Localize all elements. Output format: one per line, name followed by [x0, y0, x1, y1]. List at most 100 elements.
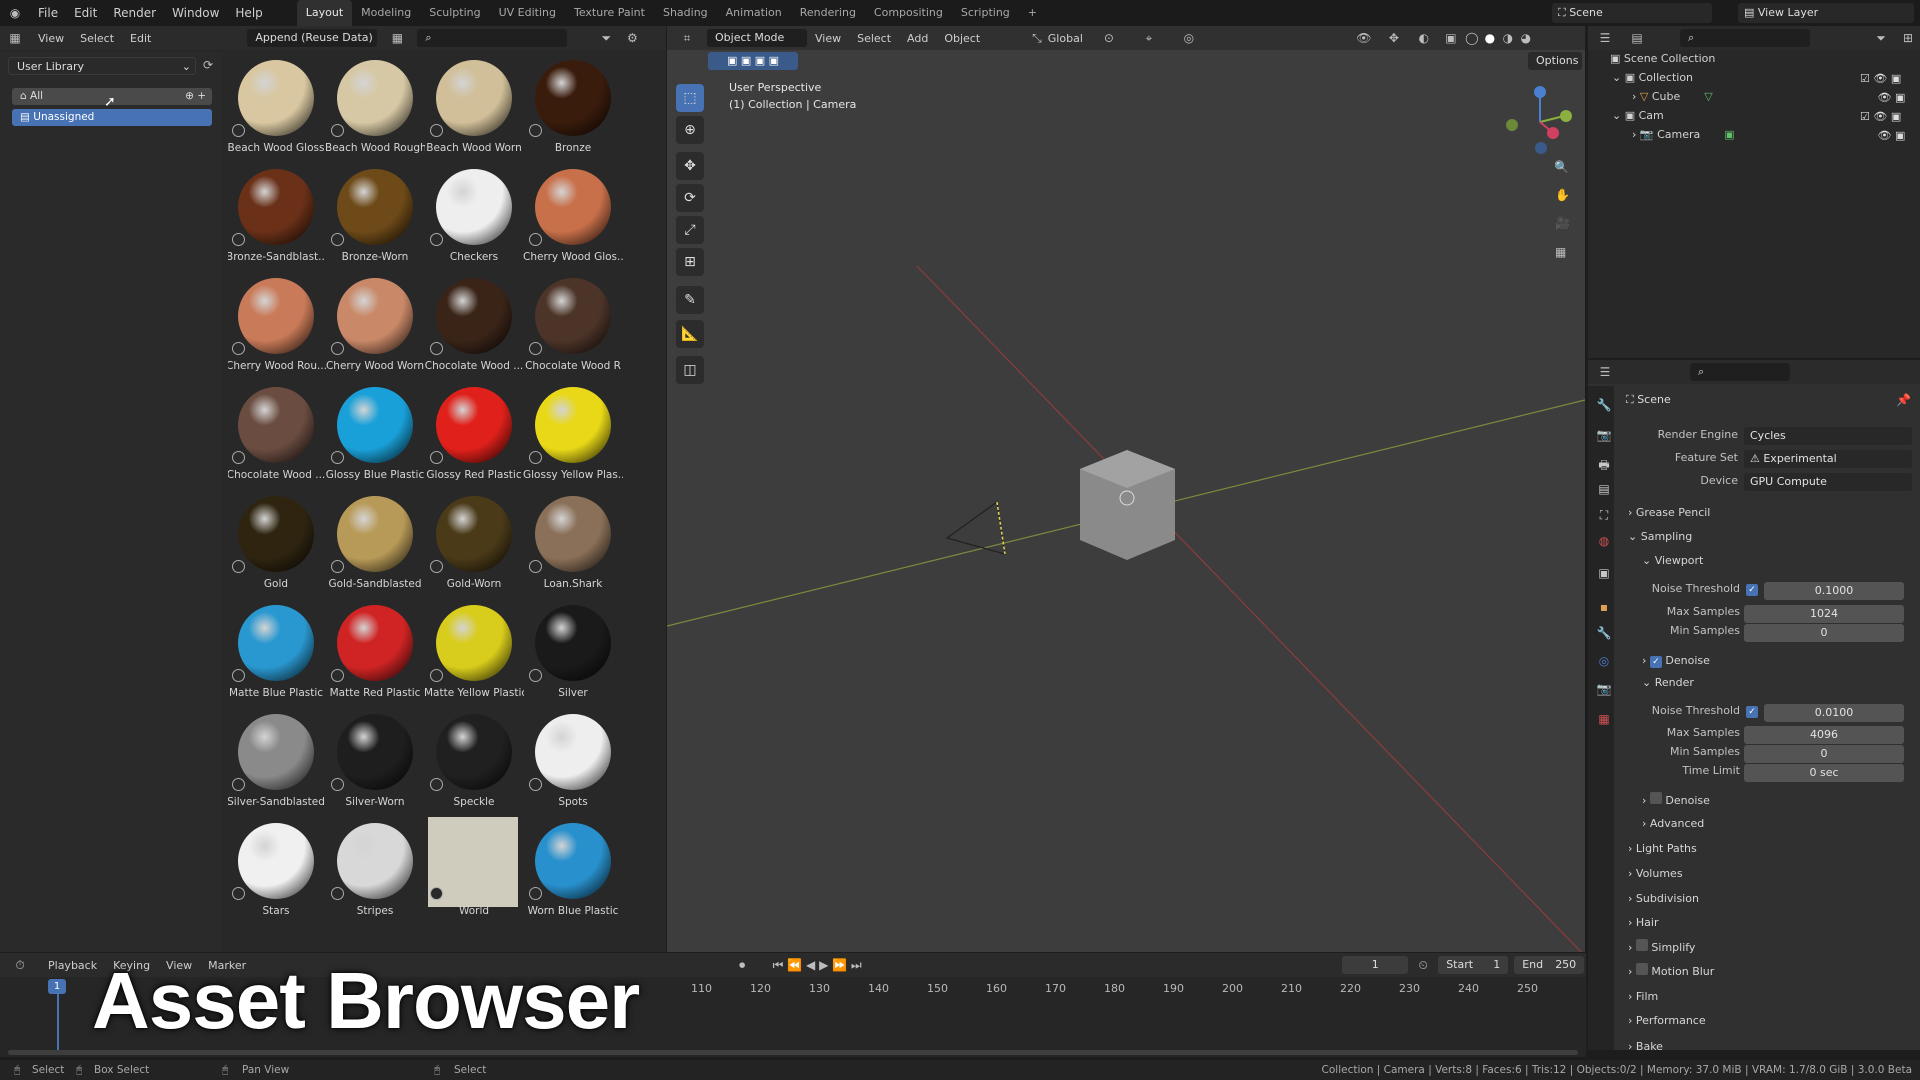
menu-view[interactable]: View	[30, 32, 72, 45]
texture-tab-icon[interactable]: ▦	[1596, 712, 1612, 728]
asset-item[interactable]: Checkers	[426, 161, 522, 270]
asset-item[interactable]: Cherry Wood Rou...	[228, 270, 326, 379]
xray-icon[interactable]: ▣	[1439, 31, 1463, 45]
tab-animation[interactable]: Animation	[717, 0, 791, 26]
tab-shading[interactable]: Shading	[654, 0, 717, 26]
render-noise-threshold-field[interactable]: 0.0100	[1764, 704, 1904, 722]
world-tab-icon[interactable]: ◍	[1596, 534, 1612, 550]
menu-edit-assets[interactable]: Edit	[122, 32, 159, 45]
new-collection-icon[interactable]: ⊞	[1896, 31, 1920, 45]
render-engine-dropdown[interactable]: Cycles	[1744, 427, 1912, 445]
viewport-denoise-checkbox[interactable]: ✓	[1649, 656, 1662, 668]
asset-item[interactable]: Chocolate Wood ...	[425, 270, 523, 379]
material-shading-icon[interactable]: ◑	[1499, 31, 1517, 45]
move-tool[interactable]: ✥	[676, 152, 704, 180]
section-performance[interactable]: › Performance	[1628, 1012, 1706, 1030]
render-min-samples-field[interactable]: 0	[1744, 745, 1904, 763]
settings-gear-icon[interactable]: ⚙	[621, 31, 643, 45]
tab-rendering[interactable]: Rendering	[791, 0, 865, 26]
outliner-scene-collection[interactable]: ▣ Scene Collection	[1610, 50, 1715, 68]
asset-item[interactable]: Matte Blue Plastic	[228, 597, 324, 706]
collection-tab-icon[interactable]: ▣	[1596, 566, 1612, 582]
asset-item[interactable]: Glossy Yellow Plas...	[523, 379, 623, 488]
asset-item[interactable]: Stripes	[327, 815, 423, 924]
asset-item[interactable]: Glossy Blue Plastic	[326, 379, 424, 488]
asset-item[interactable]: Speckle	[426, 706, 522, 815]
asset-item[interactable]: Chocolate Wood ...	[228, 379, 325, 488]
add-catalog-icon[interactable]: ⊕ +	[185, 88, 206, 105]
menu-help[interactable]: Help	[227, 6, 270, 20]
scene-selector[interactable]: ⛶ Scene	[1552, 3, 1712, 23]
asset-item[interactable]: Chocolate Wood R	[525, 270, 621, 379]
viewport-noise-threshold-checkbox[interactable]: ✓	[1746, 584, 1758, 596]
menu-edit[interactable]: Edit	[66, 6, 105, 20]
current-frame-field[interactable]: 1	[1342, 956, 1409, 974]
device-dropdown[interactable]: GPU Compute	[1744, 473, 1912, 491]
asset-item[interactable]: Silver	[525, 597, 621, 706]
visibility-icon[interactable]: 👁	[1349, 31, 1379, 45]
asset-item[interactable]: Cherry Wood Worn	[326, 270, 424, 379]
tab-scripting[interactable]: Scripting	[952, 0, 1019, 26]
subsection-viewport[interactable]: ⌄ Viewport	[1642, 552, 1703, 570]
section-grease-pencil[interactable]: › Grease Pencil	[1628, 504, 1710, 522]
section-film[interactable]: › Film	[1628, 988, 1658, 1006]
asset-item[interactable]: Beach Wood Worn	[426, 52, 522, 161]
display-mode-icon[interactable]: ▤	[1622, 31, 1652, 45]
asset-item[interactable]: Bronze-Worn	[327, 161, 423, 270]
proportional-edit-icon[interactable]: ◎	[1169, 31, 1209, 45]
outliner-item-camera[interactable]: › 📷 Camera ▣	[1632, 126, 1735, 144]
vp-menu-select[interactable]: Select	[849, 32, 899, 45]
outliner-visibility-toggles[interactable]: ☑ 👁 ▣ 👁 ▣ ☑ 👁 ▣ 👁 ▣	[1860, 69, 1916, 145]
scale-tool[interactable]: ⤢	[676, 216, 704, 244]
data-tab-icon[interactable]: 📷	[1596, 682, 1612, 698]
vp-menu-object[interactable]: Object	[936, 32, 988, 45]
object-tab-icon[interactable]: ▪	[1596, 600, 1612, 616]
render-max-samples-field[interactable]: 4096	[1744, 726, 1904, 744]
asset-item[interactable]: Beach Wood Gloss	[228, 52, 324, 161]
solid-shading-icon[interactable]: ●	[1481, 31, 1499, 45]
end-frame-field[interactable]: End 250	[1514, 956, 1585, 974]
measure-tool[interactable]: 📐	[676, 320, 704, 348]
timeline-scrollbar[interactable]	[8, 1050, 1578, 1055]
select-box-tool[interactable]: ⬚	[676, 84, 704, 112]
outliner-item-cam[interactable]: ⌄ ▣ Cam	[1612, 107, 1664, 125]
physics-tab-icon[interactable]: ◎	[1596, 654, 1612, 670]
modifier-tab-icon[interactable]: 🔧	[1596, 626, 1612, 642]
navigation-gizmo[interactable]	[1500, 82, 1590, 162]
filter-icon[interactable]: ⏷	[591, 31, 621, 46]
camera-view-icon[interactable]: 🎥	[1555, 216, 1570, 230]
scene-tab-icon[interactable]: ⛶	[1596, 508, 1612, 524]
start-frame-field[interactable]: Start 1	[1438, 956, 1509, 974]
asset-item[interactable]: Loan.Shark	[525, 488, 621, 597]
cursor-tool[interactable]: ⊕	[676, 116, 704, 144]
render-noise-threshold-checkbox[interactable]: ✓	[1746, 706, 1758, 718]
object-mode-dropdown[interactable]: Object Mode	[707, 29, 807, 47]
playhead-frame-marker[interactable]: 1	[48, 979, 66, 994]
viewport-noise-threshold-field[interactable]: 0.1000	[1764, 582, 1904, 600]
section-motion-blur[interactable]: › Motion Blur	[1628, 963, 1714, 981]
properties-type-icon[interactable]: ☰	[1588, 365, 1622, 379]
editor-type-icon[interactable]: ▦	[0, 31, 30, 45]
motion-blur-checkbox[interactable]	[1635, 963, 1648, 975]
viewport-min-samples-field[interactable]: 0	[1744, 624, 1904, 642]
tab-layout[interactable]: Layout	[296, 0, 353, 26]
record-icon[interactable]: ⏺	[722, 958, 762, 973]
viewport-3d[interactable]	[667, 26, 1585, 952]
outliner-item-collection[interactable]: ⌄ ▣ Collection	[1612, 69, 1693, 87]
tab-uv-editing[interactable]: UV Editing	[490, 0, 565, 26]
section-light-paths[interactable]: › Light Paths	[1628, 840, 1697, 858]
add-workspace-button[interactable]: +	[1019, 0, 1046, 26]
properties-search-input[interactable]: ⌕	[1690, 363, 1790, 381]
output-tab-icon[interactable]: 🖶	[1596, 456, 1612, 472]
asset-item[interactable]: Spots	[525, 706, 621, 815]
time-limit-field[interactable]: 0 sec	[1744, 764, 1904, 782]
menu-window[interactable]: Window	[164, 6, 227, 20]
tab-modeling[interactable]: Modeling	[352, 0, 420, 26]
rendered-shading-icon[interactable]: ◕	[1517, 31, 1535, 45]
outliner-item-cube[interactable]: › ▽ Cube ▽	[1632, 88, 1713, 106]
options-dropdown[interactable]: Options	[1528, 52, 1582, 70]
pivot-icon[interactable]: ⊙	[1089, 31, 1129, 45]
asset-item[interactable]: Gold-Worn	[426, 488, 522, 597]
transform-tool[interactable]: ⊞	[676, 248, 704, 276]
playback-controls[interactable]: ⏮ ⏪ ◀ ▶ ⏩ ⏭	[762, 958, 872, 973]
